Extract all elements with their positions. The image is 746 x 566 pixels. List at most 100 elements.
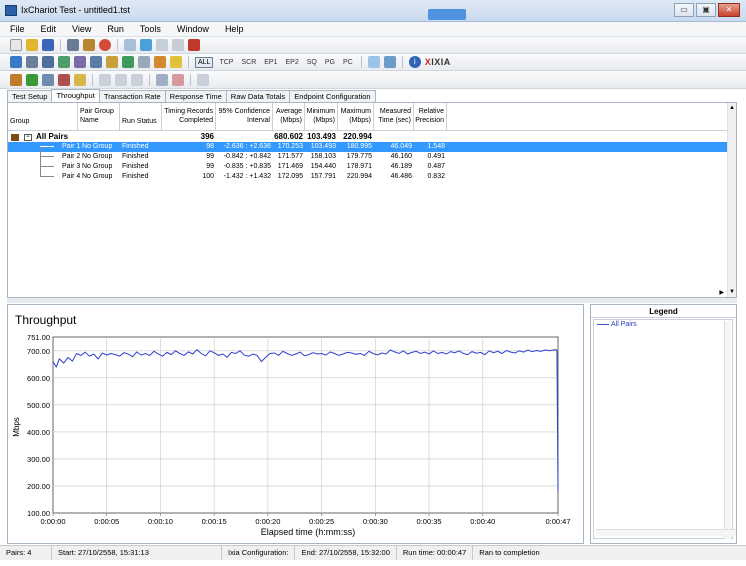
filter-icon[interactable] — [367, 56, 380, 68]
run-arrow-icon[interactable] — [140, 39, 152, 51]
all-filter-button[interactable]: ALL — [195, 56, 214, 68]
column-header-measured-time[interactable]: Measured Time (sec) — [374, 103, 414, 131]
stop-icon[interactable] — [99, 39, 111, 51]
tab-throughput[interactable]: Throughput — [51, 89, 100, 102]
window-title: IxChariot Test - untitled1.tst — [21, 5, 130, 15]
add-pair-icon[interactable] — [26, 73, 38, 86]
refresh-icon[interactable] — [383, 56, 396, 68]
tab-response-time[interactable]: Response Time — [164, 90, 227, 102]
pane-splitter[interactable] — [7, 298, 737, 303]
plot-area — [52, 336, 559, 514]
table-row[interactable]: Pair 3 No Group Finished 99 -0.835 : +0.… — [8, 157, 728, 172]
info-bulb-icon[interactable] — [170, 56, 182, 68]
ep2-filter-button[interactable]: EP2 — [283, 59, 300, 66]
column-header-average[interactable]: Average (Mbps) — [273, 103, 305, 131]
column-header-maximum[interactable]: Maximum (Mbps) — [338, 103, 374, 131]
menu-file[interactable]: File — [0, 22, 31, 36]
menu-edit[interactable]: Edit — [31, 22, 63, 36]
column-header-confidence-interval[interactable]: 95% Confidence Interval — [216, 103, 273, 131]
y-tick-label: 500.00 — [27, 401, 50, 410]
tab-endpoint-configuration[interactable]: Endpoint Configuration — [289, 90, 376, 102]
axis-icon[interactable] — [156, 73, 168, 86]
table-row[interactable]: Pair 1 No Group Finished 98 -2.636 : +2.… — [8, 142, 728, 152]
copy-icon[interactable] — [124, 39, 136, 51]
pair-maximum: 180.995 — [346, 143, 372, 150]
open-folder-icon[interactable] — [26, 39, 38, 51]
paste-icon[interactable] — [156, 39, 168, 51]
pc-filter-button[interactable]: PC — [341, 59, 355, 66]
x-tick-label: 0:00:35 — [417, 517, 442, 526]
legend-item-all-pairs[interactable]: All Pairs — [597, 321, 637, 328]
new-file-icon[interactable] — [10, 39, 22, 51]
tcp-filter-button[interactable]: TCP — [217, 59, 235, 66]
scroll-up-icon[interactable]: ▲ — [729, 105, 735, 111]
table-row[interactable]: Pair 4 No Group Finished 100 -1.432 : +1… — [8, 167, 728, 182]
tab-test-setup[interactable]: Test Setup — [7, 90, 53, 102]
run-icon[interactable] — [10, 56, 22, 68]
tab-raw-data-totals[interactable]: Raw Data Totals — [225, 90, 291, 102]
column-header-run-status[interactable]: Run Status — [120, 103, 162, 131]
scroll-right-icon[interactable]: ▶ — [719, 289, 724, 296]
x-tick-label: 0:00:47 — [545, 517, 570, 526]
column-header-relative-precision[interactable]: Relative Precision — [414, 103, 447, 131]
script-icon[interactable] — [74, 56, 86, 68]
maximize-button[interactable]: ▣ — [696, 3, 716, 17]
table-row-all-pairs[interactable]: − All Pairs 396 680.602 103.493 220.994 — [8, 132, 728, 142]
group-icon[interactable] — [58, 73, 70, 86]
y-tick-label: 200.00 — [27, 482, 50, 491]
stream-icon[interactable] — [58, 56, 70, 68]
menu-help[interactable]: Help — [215, 22, 250, 36]
grid-header: Group Pair Group Name Run Status Timing … — [8, 103, 728, 131]
legend-scrollbar[interactable] — [724, 321, 731, 539]
delete-icon[interactable] — [172, 39, 184, 51]
pair-time: 46.486 — [390, 173, 412, 180]
pair-time: 46.049 — [390, 143, 412, 150]
zoom-reset-icon[interactable] — [131, 73, 143, 86]
scissors-icon[interactable] — [83, 39, 95, 51]
menu-run[interactable]: Run — [97, 22, 130, 36]
tab-transaction-rate[interactable]: Transaction Rate — [98, 90, 166, 102]
menu-view[interactable]: View — [62, 22, 97, 36]
info-icon[interactable]: i — [408, 56, 421, 68]
export-icon[interactable] — [154, 56, 166, 68]
network-icon[interactable] — [90, 56, 102, 68]
close-button[interactable]: ✕ — [718, 3, 740, 17]
save-icon[interactable] — [42, 39, 54, 51]
properties-icon[interactable] — [197, 73, 209, 86]
pair-icon[interactable] — [26, 56, 38, 68]
endpoint-icon[interactable] — [42, 56, 54, 68]
sq-filter-button[interactable]: SQ — [305, 59, 319, 66]
pair-status: Finished — [122, 163, 149, 170]
multicast-icon[interactable] — [42, 73, 54, 86]
menu-tools[interactable]: Tools — [130, 22, 167, 36]
graph-icon[interactable] — [122, 56, 134, 68]
report-icon[interactable] — [138, 56, 150, 68]
pair-minimum: 103.493 — [310, 143, 336, 150]
chart-view-icon[interactable] — [10, 73, 22, 86]
edit-icon[interactable] — [106, 56, 118, 68]
legend-icon[interactable] — [74, 73, 86, 86]
column-header-minimum[interactable]: Minimum (Mbps) — [305, 103, 338, 131]
scr-filter-button[interactable]: SCR — [239, 59, 258, 66]
pair-group: No Group — [82, 143, 113, 150]
legend-horizontal-scrollbar[interactable] — [596, 529, 736, 536]
column-header-group[interactable]: Group — [8, 103, 78, 131]
pg-filter-button[interactable]: PG — [323, 59, 337, 66]
column-header-pair-group-name[interactable]: Pair Group Name — [78, 103, 120, 131]
print-icon[interactable] — [67, 39, 79, 51]
zoom-out-icon[interactable] — [115, 73, 127, 86]
tree-line — [40, 166, 54, 167]
menu-window[interactable]: Window — [167, 22, 215, 36]
table-row[interactable]: Pair 2 No Group Finished 99 -0.842 : +0.… — [8, 147, 728, 162]
column-header-timing-records[interactable]: Timing Records Completed — [162, 103, 216, 131]
zoom-in-icon[interactable] — [99, 73, 111, 86]
ep1-filter-button[interactable]: EP1 — [262, 59, 279, 66]
scroll-down-icon[interactable]: ▼ — [729, 289, 735, 295]
grid-vertical-scrollbar[interactable]: ▲ ▼ — [727, 103, 736, 297]
collapse-icon[interactable]: − — [24, 134, 32, 141]
binoculars-icon[interactable] — [188, 39, 200, 51]
legend-panel: Legend All Pairs — [590, 304, 737, 544]
minimize-button[interactable]: ▭ — [674, 3, 694, 17]
pair-average: 171.577 — [277, 153, 303, 160]
grid-icon[interactable] — [172, 73, 184, 86]
